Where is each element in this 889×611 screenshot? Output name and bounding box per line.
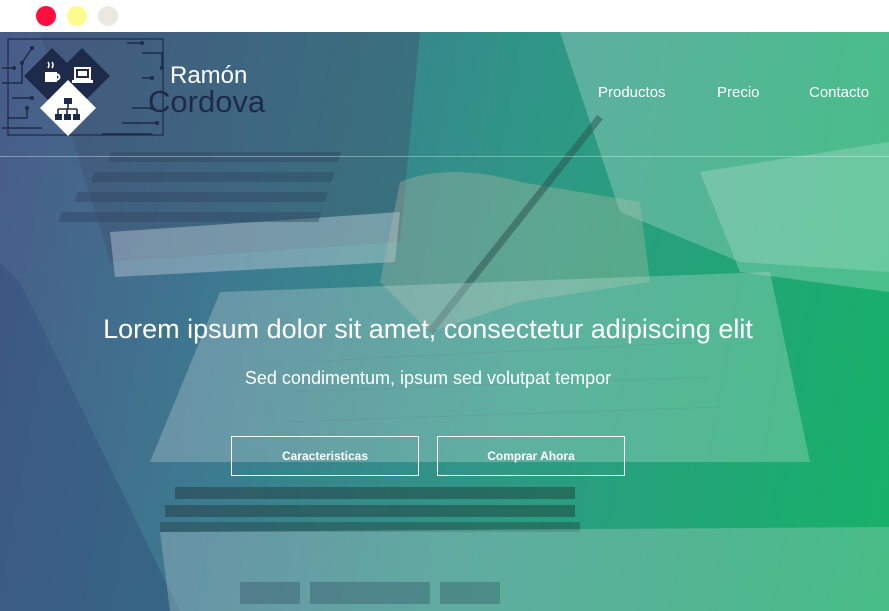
buy-now-button[interactable]: Comprar Ahora [437,436,625,476]
nav-link-precio[interactable]: Precio [717,84,760,101]
page-viewport: Ramón Cordova Productos Precio Contacto … [0,32,889,611]
nav-link-contacto[interactable]: Contacto [809,84,869,101]
features-button[interactable]: Caracteristicas [231,436,419,476]
close-window-button[interactable] [36,6,56,26]
window-titlebar [0,0,889,32]
hero-title: Lorem ipsum dolor sit amet, consectetur … [103,314,753,344]
maximize-window-button[interactable] [98,6,118,26]
hero-subtitle: Sed condimentum, ipsum sed volutpat temp… [244,368,612,388]
brand-last-name: Cordova [148,84,266,119]
nav-link-productos[interactable]: Productos [598,84,666,101]
site-header: Ramón Cordova Productos Precio Contacto [0,32,889,157]
minimize-window-button[interactable] [67,6,87,26]
